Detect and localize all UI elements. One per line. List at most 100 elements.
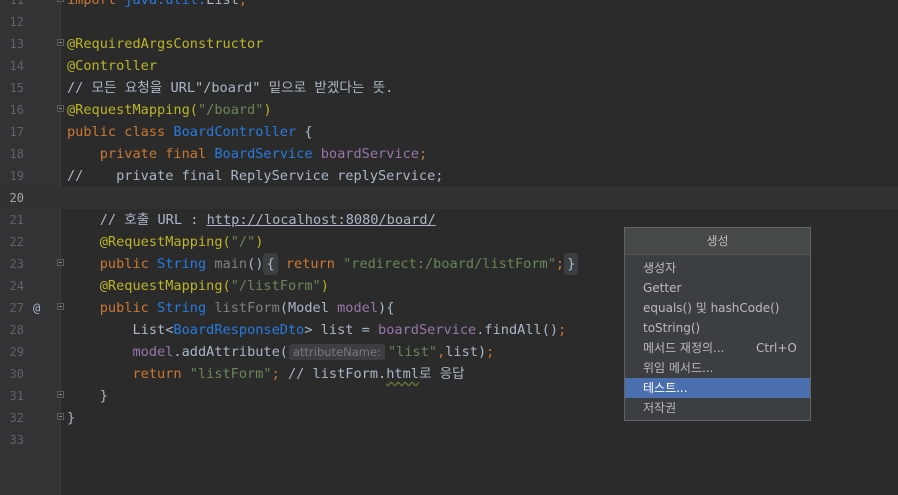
line-number: 32 <box>9 411 24 425</box>
popup-menu-item[interactable]: toString() <box>625 318 810 338</box>
code-text: public String main(){ return "redirect:/… <box>67 253 579 275</box>
code-line[interactable]: 15 // 모든 요청을 URL"/board" 밑으로 받겠다는 뜻. <box>0 77 898 99</box>
code-text: @RequestMapping("/listForm") <box>67 275 329 297</box>
popup-menu-item[interactable]: equals() 및 hashCode() <box>625 298 810 318</box>
fold-toggle-icon[interactable] <box>57 391 64 398</box>
code-token: java.util. <box>124 0 207 8</box>
fold-toggle-icon[interactable] <box>57 303 64 310</box>
code-token: { <box>304 124 313 140</box>
code-token: BoardResponseDto <box>173 322 305 338</box>
code-token: list) <box>445 344 487 360</box>
line-number: 23 <box>9 257 24 271</box>
code-token: // 모든 요청을 URL"/board" 밑으로 받겠다는 뜻. <box>67 80 394 96</box>
code-text: // 모든 요청을 URL"/board" 밑으로 받겠다는 뜻. <box>67 77 393 99</box>
code-token: ) <box>255 234 264 250</box>
override-marker-icon[interactable]: @ <box>33 297 40 319</box>
code-line[interactable]: 17 public class BoardController { <box>0 121 898 143</box>
menu-item-label: 생성자 <box>643 261 677 275</box>
code-text: return "listForm"; // listForm.html로 응답 <box>67 363 464 385</box>
code-token: boardService <box>378 322 477 338</box>
code-token: "list" <box>387 344 438 360</box>
code-token: List <box>206 0 239 8</box>
code-token: ; <box>486 344 495 360</box>
code-token: BoardController <box>173 124 305 140</box>
fold-toggle-icon[interactable] <box>57 39 64 46</box>
line-number: 17 <box>9 125 24 139</box>
code-token: "/board" <box>197 102 264 118</box>
code-token: .addAttribute( <box>173 344 288 360</box>
popup-menu-item[interactable]: 메서드 재정의... Ctrl+O <box>625 338 810 358</box>
code-token: ) <box>263 102 272 118</box>
code-text: List<BoardResponseDto> list = boardServi… <box>67 319 566 341</box>
code-token: @RequestMapping( <box>67 234 231 250</box>
line-number: 28 <box>9 323 24 337</box>
menu-item-label: toString() <box>643 321 701 335</box>
code-token: import <box>67 0 125 8</box>
menu-item-label: 위임 메서드... <box>643 361 714 375</box>
code-line[interactable]: 33 <box>0 429 898 451</box>
code-text: import java.util.List; <box>67 0 247 11</box>
code-token: ; <box>238 0 248 8</box>
code-text: } <box>67 407 75 429</box>
fold-toggle-icon[interactable] <box>57 0 64 2</box>
code-token: BoardService <box>214 146 321 162</box>
code-line[interactable]: 14 @Controller <box>0 55 898 77</box>
code-text: // private final ReplyService replyServi… <box>67 165 443 187</box>
code-token: @Controller <box>67 58 158 74</box>
code-line[interactable]: 16 @RequestMapping("/board") <box>0 99 898 121</box>
code-token: ; <box>418 146 428 162</box>
line-number: 27 <box>9 301 24 315</box>
code-text: } <box>67 385 108 407</box>
line-number: 29 <box>9 345 24 359</box>
code-text: model.addAttribute(attributeName: "list",… <box>67 341 494 363</box>
fold-toggle-icon[interactable] <box>57 105 64 112</box>
line-number: 24 <box>9 279 24 293</box>
code-token: { <box>263 253 278 275</box>
code-line[interactable]: 20 <box>0 187 898 209</box>
menu-item-shortcut: Ctrl+O <box>756 341 797 355</box>
code-token: .findAll() <box>476 322 559 338</box>
line-number: 19 <box>9 169 24 183</box>
code-token: > list = <box>304 322 379 338</box>
code-line[interactable]: 12 <box>0 11 898 33</box>
code-text: private final BoardService boardService; <box>67 143 427 165</box>
popup-menu-item[interactable]: 생성자 <box>625 258 810 278</box>
popup-title: 생성 <box>625 228 810 255</box>
code-line[interactable]: 11 import java.util.List; <box>0 0 898 11</box>
code-token: "listForm" <box>189 366 272 382</box>
popup-menu-item[interactable]: 위임 메서드... <box>625 358 810 378</box>
code-token: } <box>67 410 76 426</box>
generate-popup-menu[interactable]: 생성 생성자 Getter equals() 및 hashCode() toStrin… <box>624 227 811 421</box>
code-token[interactable]: http://localhost:8080/board/ <box>207 212 436 228</box>
popup-menu-item[interactable]: 저작권 <box>625 398 810 418</box>
code-token: () <box>247 256 264 272</box>
code-token: ){ <box>378 300 395 316</box>
code-text: public class BoardController { <box>67 121 313 143</box>
menu-item-label: 메서드 재정의... <box>643 341 725 355</box>
menu-item-label: equals() 및 hashCode() <box>643 301 780 315</box>
line-number: 20 <box>9 191 24 205</box>
line-number: 11 <box>9 0 24 7</box>
code-text: @RequestMapping("/") <box>67 231 264 253</box>
code-token: "/" <box>230 234 256 250</box>
code-line[interactable]: 13 @RequiredArgsConstructor <box>0 33 898 55</box>
code-text: // 호출 URL : http://localhost:8080/board/ <box>67 209 436 231</box>
code-token: ; <box>271 366 288 382</box>
line-number: 21 <box>9 213 24 227</box>
line-number: 16 <box>9 103 24 117</box>
code-line[interactable]: 19 // private final ReplyService replySer… <box>0 165 898 187</box>
popup-menu-item[interactable]: Getter <box>625 278 810 298</box>
code-token: public <box>67 256 158 272</box>
code-token: model <box>67 344 174 360</box>
code-line[interactable]: 18 private final BoardService boardServi… <box>0 143 898 165</box>
code-token: // private final ReplyService replyServi… <box>67 168 444 184</box>
code-token: ; <box>558 322 567 338</box>
menu-item-label: 저작권 <box>643 401 677 415</box>
line-number: 18 <box>9 147 24 161</box>
code-token: model <box>337 300 379 316</box>
line-number: 14 <box>9 59 24 73</box>
code-token: html <box>386 366 419 382</box>
fold-toggle-icon[interactable] <box>57 259 64 266</box>
fold-toggle-icon[interactable] <box>57 413 64 420</box>
popup-menu-item[interactable]: 테스트... <box>625 378 810 398</box>
